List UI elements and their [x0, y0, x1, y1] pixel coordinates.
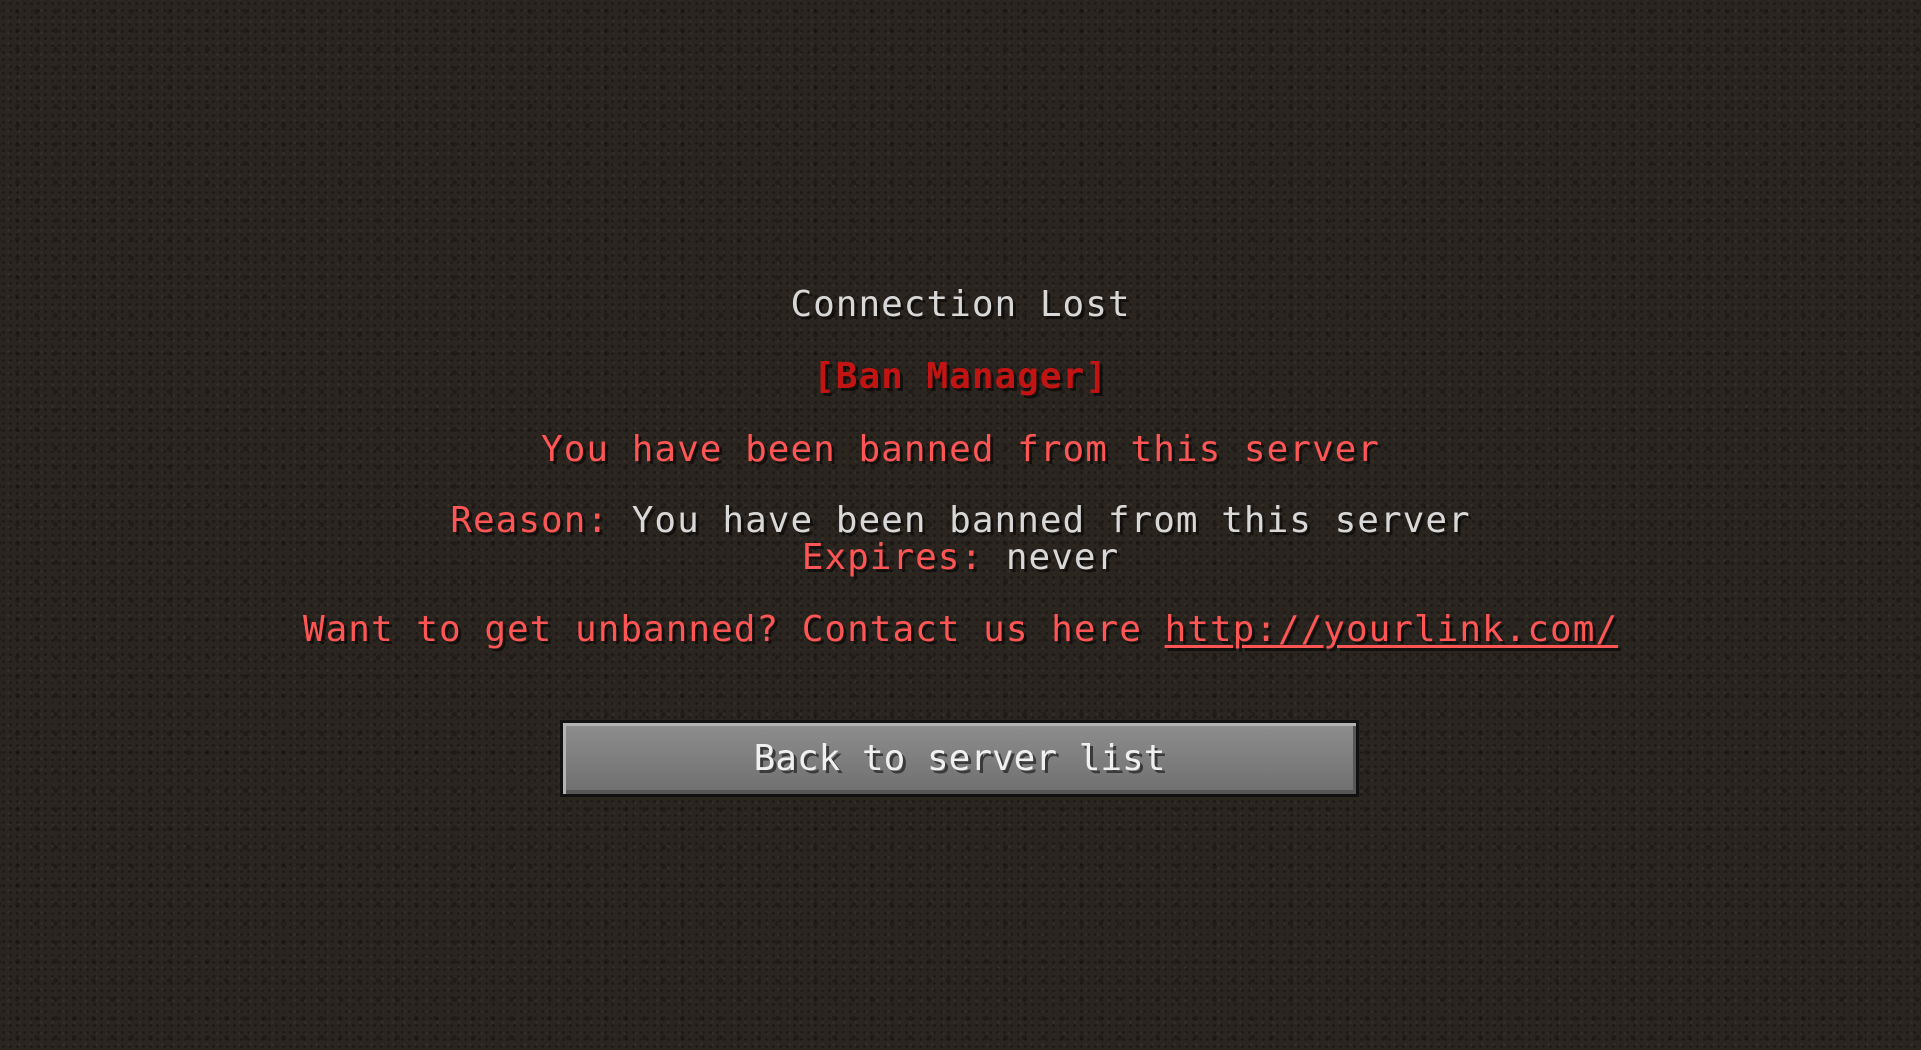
banned-message: You have been banned from this server	[541, 429, 1380, 470]
expires-value: never	[1005, 537, 1120, 578]
disconnect-screen: Connection Lost [Ban Manager] You have b…	[0, 0, 1921, 1050]
reason-label: Reason:	[450, 500, 610, 541]
contact-text: Want to get unbanned? Contact us here	[302, 609, 1142, 650]
reason-line: Reason: You have been banned from this s…	[0, 501, 1921, 541]
contact-line: Want to get unbanned? Contact us here ht…	[0, 610, 1921, 650]
ban-manager-tag: [Ban Manager]	[813, 356, 1108, 397]
expires-label: Expires:	[801, 537, 984, 578]
expires-line: Expires: never	[0, 538, 1921, 578]
back-to-server-list-button[interactable]: Back to server list	[560, 720, 1359, 797]
reason-value: You have been banned from this server	[631, 500, 1471, 541]
contact-link[interactable]: http://yourlink.com/	[1165, 609, 1618, 650]
page-title: Connection Lost	[790, 284, 1131, 325]
